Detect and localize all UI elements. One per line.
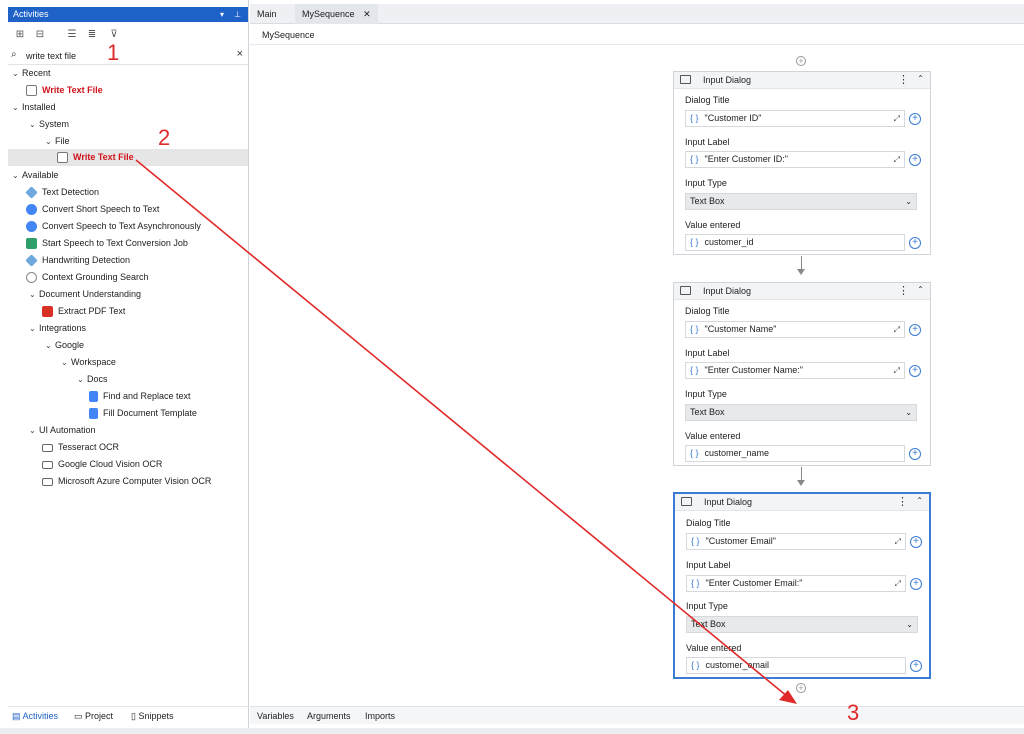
drag-arrow-line — [135, 159, 789, 698]
annotation-3: 3 — [847, 700, 860, 725]
annotation-2: 2 — [158, 125, 171, 150]
drag-arrow-overlay — [135, 159, 797, 704]
annotation-1: 1 — [107, 40, 120, 65]
